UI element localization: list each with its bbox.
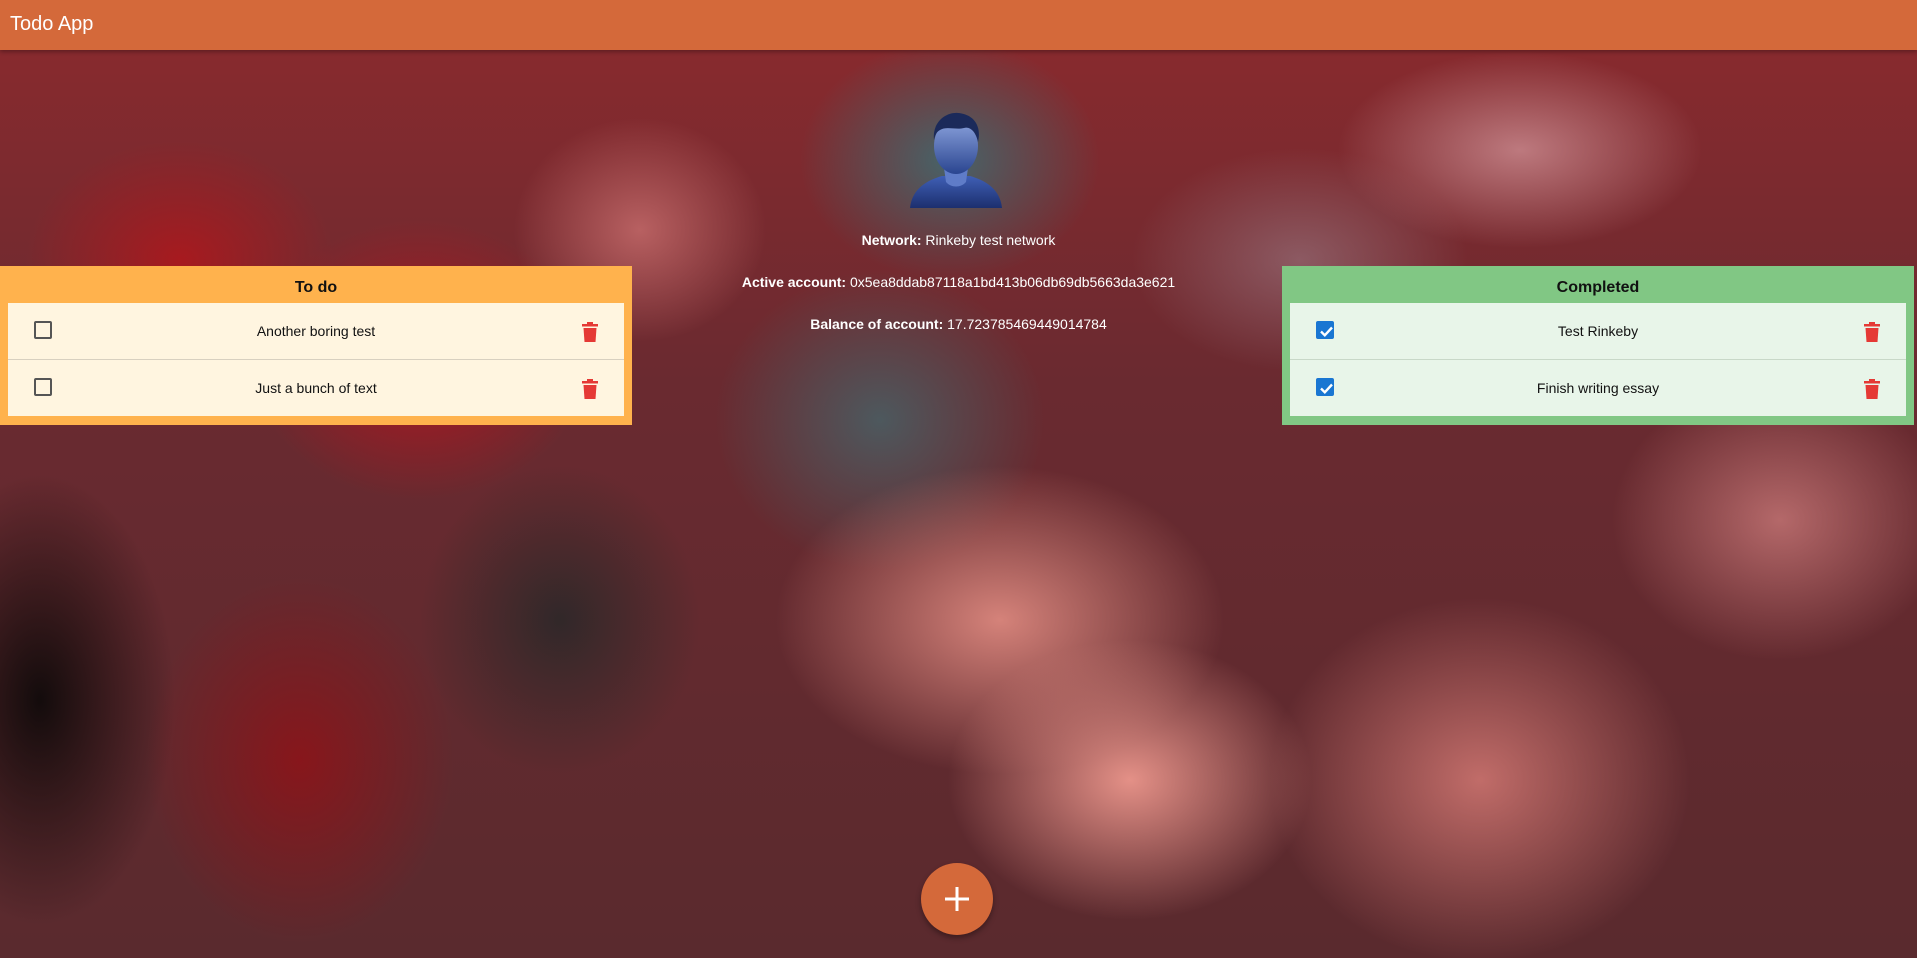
delete-icon[interactable]: [582, 322, 598, 342]
add-todo-button[interactable]: [921, 863, 993, 935]
active-account-label: Active account:: [741, 274, 847, 290]
user-avatar-icon: [910, 112, 1002, 208]
completed-list: Test Rinkeby Finish writing essay: [1290, 303, 1906, 416]
delete-icon[interactable]: [1864, 322, 1880, 342]
delete-icon[interactable]: [1864, 379, 1880, 399]
app-title: Todo App: [10, 13, 94, 35]
network-value: Rinkeby test network: [925, 232, 1056, 248]
balance-value: 17.723785469449014784: [947, 316, 1107, 332]
completed-panel-title: Completed: [1556, 279, 1640, 296]
checkmark-icon: [1320, 383, 1333, 395]
todo-item-checkbox[interactable]: [34, 378, 52, 396]
network-info: Network: Rinkeby test network: [0, 232, 1917, 248]
network-label: Network:: [861, 232, 922, 248]
delete-icon[interactable]: [582, 379, 598, 399]
app-bar: Todo App: [0, 0, 1917, 50]
checkmark-icon: [1320, 326, 1333, 338]
completed-item-text: Test Rinkeby: [1557, 323, 1639, 339]
todo-item-text: Another boring test: [256, 323, 376, 339]
balance-label: Balance of account:: [810, 316, 944, 332]
active-account-value: 0x5ea8ddab87118a1bd413b06db69db5663da3e6…: [849, 274, 1176, 290]
completed-item: Finish writing essay: [1290, 360, 1906, 416]
todo-item: Another boring test: [8, 303, 624, 360]
completed-item-checkbox[interactable]: [1316, 321, 1334, 339]
todo-list: Another boring test Just a bunch of text: [8, 303, 624, 416]
todo-item-checkbox[interactable]: [34, 321, 52, 339]
plus-icon: [945, 887, 969, 911]
completed-item-checkbox[interactable]: [1316, 378, 1334, 396]
todo-panel-title: To do: [294, 279, 338, 296]
todo-panel: To do Another boring test Just a bunch o…: [0, 266, 632, 425]
completed-item-text: Finish writing essay: [1536, 380, 1660, 396]
completed-panel: Completed Test Rinkeby Finish writing es…: [1282, 266, 1914, 425]
todo-item-text: Just a bunch of text: [255, 380, 377, 396]
completed-item: Test Rinkeby: [1290, 303, 1906, 360]
todo-item: Just a bunch of text: [8, 360, 624, 416]
